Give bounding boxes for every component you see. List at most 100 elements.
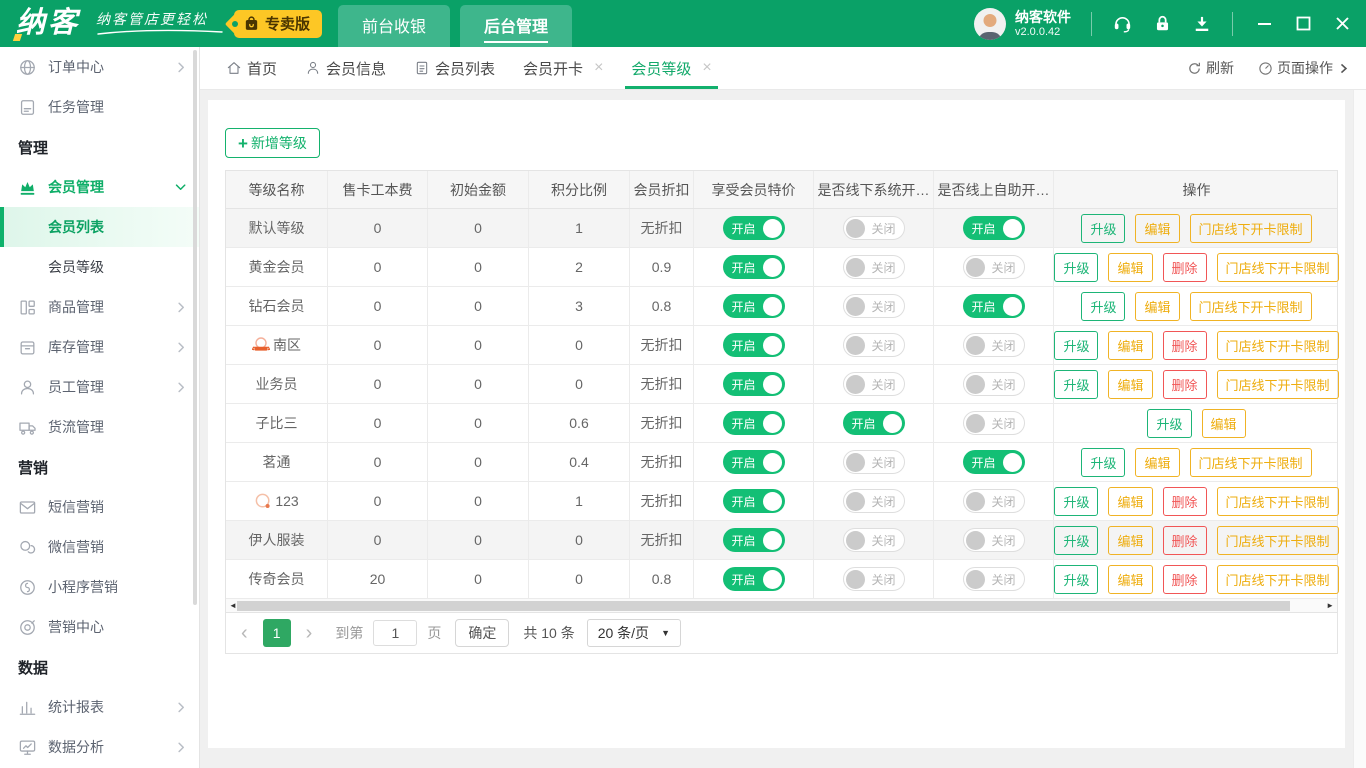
add-level-button[interactable]: + 新增等级 xyxy=(225,128,320,158)
page-ops-button[interactable]: 页面操作 xyxy=(1258,58,1350,78)
toggle-special-price[interactable]: 开启 xyxy=(722,372,785,396)
sidebar-item-7[interactable]: 库存管理 xyxy=(0,327,199,367)
toggle-online-open[interactable]: 关闭 xyxy=(962,333,1025,357)
op-edit-button[interactable]: 编辑 xyxy=(1135,447,1180,477)
op-edit-button[interactable]: 编辑 xyxy=(1108,564,1153,594)
maximize-icon[interactable] xyxy=(1296,16,1311,31)
header-mode-tab-1[interactable]: 后台管理 xyxy=(460,5,573,47)
download-icon[interactable] xyxy=(1192,14,1212,34)
toggle-offline-open[interactable]: 关闭 xyxy=(842,216,905,240)
op-edit-button[interactable]: 编辑 xyxy=(1108,486,1153,516)
op-limit-button[interactable]: 门店线下开卡限制 xyxy=(1189,447,1312,477)
toggle-online-open[interactable]: 开启 xyxy=(962,294,1025,318)
sidebar-subitem-5[interactable]: 会员等级 xyxy=(0,247,199,287)
toggle-online-open[interactable]: 关闭 xyxy=(962,255,1025,279)
horizontal-scrollbar-thumb[interactable] xyxy=(237,601,1290,611)
toggle-offline-open[interactable]: 关闭 xyxy=(842,255,905,279)
op-upgrade-button[interactable]: 升级 xyxy=(1054,564,1099,594)
tab-1[interactable]: 会员信息 xyxy=(291,47,400,89)
tab-2[interactable]: 会员列表 xyxy=(400,47,509,89)
sidebar-item-14[interactable]: 营销中心 xyxy=(0,607,199,647)
close-icon[interactable] xyxy=(1335,16,1350,31)
sidebar-item-0[interactable]: 订单中心 xyxy=(0,47,199,87)
prev-page-button[interactable]: ‹ xyxy=(236,623,253,643)
sidebar-item-17[interactable]: 数据分析 xyxy=(0,727,199,767)
goto-page-input[interactable] xyxy=(373,620,418,646)
toggle-special-price[interactable]: 开启 xyxy=(722,567,785,591)
op-delete-button[interactable]: 删除 xyxy=(1162,369,1207,399)
page-size-select[interactable]: 20 条/页 ▼ xyxy=(586,619,681,647)
op-edit-button[interactable]: 编辑 xyxy=(1108,330,1153,360)
op-delete-button[interactable]: 删除 xyxy=(1162,252,1207,282)
op-upgrade-button[interactable]: 升级 xyxy=(1147,408,1192,438)
toggle-online-open[interactable]: 开启 xyxy=(962,450,1025,474)
sidebar-item-1[interactable]: 任务管理 xyxy=(0,87,199,127)
tab-0[interactable]: 首页 xyxy=(212,47,291,89)
op-edit-button[interactable]: 编辑 xyxy=(1108,252,1153,282)
op-limit-button[interactable]: 门店线下开卡限制 xyxy=(1189,291,1312,321)
op-delete-button[interactable]: 删除 xyxy=(1162,564,1207,594)
sidebar-item-11[interactable]: 短信营销 xyxy=(0,487,199,527)
next-page-button[interactable]: › xyxy=(301,623,318,643)
confirm-page-button[interactable]: 确定 xyxy=(455,619,510,647)
sidebar-item-6[interactable]: 商品管理 xyxy=(0,287,199,327)
toggle-special-price[interactable]: 开启 xyxy=(722,294,785,318)
edition-badge[interactable]: 专卖版 xyxy=(232,9,323,38)
toggle-offline-open[interactable]: 开启 xyxy=(842,411,905,435)
tab-3[interactable]: 会员开卡 × xyxy=(509,47,617,89)
op-limit-button[interactable]: 门店线下开卡限制 xyxy=(1216,252,1339,282)
op-upgrade-button[interactable]: 升级 xyxy=(1054,369,1099,399)
op-upgrade-button[interactable]: 升级 xyxy=(1054,486,1099,516)
sidebar-subitem-4[interactable]: 会员列表 xyxy=(0,207,199,247)
op-limit-button[interactable]: 门店线下开卡限制 xyxy=(1216,525,1339,555)
op-delete-button[interactable]: 删除 xyxy=(1162,330,1207,360)
toggle-offline-open[interactable]: 关闭 xyxy=(842,294,905,318)
horizontal-scrollbar[interactable]: ◄ ► xyxy=(226,599,1337,613)
toggle-online-open[interactable]: 关闭 xyxy=(962,489,1025,513)
toggle-online-open[interactable]: 开启 xyxy=(962,216,1025,240)
toggle-special-price[interactable]: 开启 xyxy=(722,216,785,240)
close-tab-icon[interactable]: × xyxy=(702,60,711,76)
scroll-right-arrow-icon[interactable]: ► xyxy=(1326,601,1334,610)
op-limit-button[interactable]: 门店线下开卡限制 xyxy=(1216,330,1339,360)
toggle-special-price[interactable]: 开启 xyxy=(722,333,785,357)
tab-4[interactable]: 会员等级 × xyxy=(617,47,725,89)
op-upgrade-button[interactable]: 升级 xyxy=(1081,291,1126,321)
toggle-special-price[interactable]: 开启 xyxy=(722,489,785,513)
toggle-online-open[interactable]: 关闭 xyxy=(962,528,1025,552)
toggle-offline-open[interactable]: 关闭 xyxy=(842,372,905,396)
toggle-special-price[interactable]: 开启 xyxy=(722,411,785,435)
toggle-special-price[interactable]: 开启 xyxy=(722,528,785,552)
refresh-button[interactable]: 刷新 xyxy=(1187,58,1234,78)
toggle-offline-open[interactable]: 关闭 xyxy=(842,528,905,552)
close-tab-icon[interactable]: × xyxy=(594,60,603,76)
toggle-offline-open[interactable]: 关闭 xyxy=(842,567,905,591)
lock-icon[interactable] xyxy=(1153,14,1172,33)
op-edit-button[interactable]: 编辑 xyxy=(1201,408,1246,438)
op-edit-button[interactable]: 编辑 xyxy=(1108,525,1153,555)
current-page-button[interactable]: 1 xyxy=(262,619,291,647)
sidebar-item-13[interactable]: 小程序营销 xyxy=(0,567,199,607)
op-delete-button[interactable]: 删除 xyxy=(1162,486,1207,516)
sidebar-item-12[interactable]: 微信营销 xyxy=(0,527,199,567)
op-limit-button[interactable]: 门店线下开卡限制 xyxy=(1216,564,1339,594)
op-upgrade-button[interactable]: 升级 xyxy=(1054,252,1099,282)
minimize-icon[interactable] xyxy=(1257,16,1272,31)
op-upgrade-button[interactable]: 升级 xyxy=(1054,330,1099,360)
toggle-special-price[interactable]: 开启 xyxy=(722,450,785,474)
sidebar-item-3[interactable]: 会员管理 xyxy=(0,167,199,207)
toggle-offline-open[interactable]: 关闭 xyxy=(842,450,905,474)
sidebar-scrollbar-thumb[interactable] xyxy=(193,50,197,605)
toggle-special-price[interactable]: 开启 xyxy=(722,255,785,279)
sidebar-item-9[interactable]: 货流管理 xyxy=(0,407,199,447)
sidebar-item-16[interactable]: 统计报表 xyxy=(0,687,199,727)
op-edit-button[interactable]: 编辑 xyxy=(1135,291,1180,321)
op-delete-button[interactable]: 删除 xyxy=(1162,525,1207,555)
op-upgrade-button[interactable]: 升级 xyxy=(1054,525,1099,555)
op-edit-button[interactable]: 编辑 xyxy=(1108,369,1153,399)
toggle-offline-open[interactable]: 关闭 xyxy=(842,489,905,513)
headset-icon[interactable] xyxy=(1112,13,1133,34)
user-block[interactable]: 纳客软件 v2.0.0.42 xyxy=(974,7,1071,40)
op-limit-button[interactable]: 门店线下开卡限制 xyxy=(1216,369,1339,399)
toggle-offline-open[interactable]: 关闭 xyxy=(842,333,905,357)
